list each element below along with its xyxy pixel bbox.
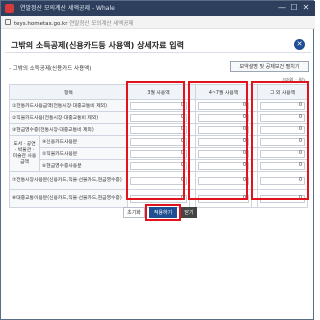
table-row: ⑤직불카드사용분 0 0 0 <box>10 147 309 160</box>
table-row: ⑦전통시장사용분(신용카드,직불·선불카드,현금영수증) 0 0 0 <box>8 171 309 190</box>
row-label: ⑥현금영수증사용분 <box>38 159 129 172</box>
minimize-icon[interactable]: — <box>277 3 287 13</box>
amount-input[interactable]: 0 <box>198 113 250 122</box>
amount-input[interactable]: 0 <box>260 161 306 170</box>
amount-input[interactable]: 0 <box>260 125 306 134</box>
apply-button[interactable]: 적용하기 <box>149 207 177 218</box>
url-text[interactable]: teys.hometax.go.kr 연말정산 모의계산 세액공제 <box>14 19 133 27</box>
amount-input[interactable]: 0 <box>198 101 250 110</box>
row-label: ②직불카드사용(전통시장·대중교통비 제외) <box>8 111 129 124</box>
action-buttons: 초기화 적용하기 닫기 <box>1 207 315 221</box>
amount-input[interactable]: 0 <box>130 101 188 110</box>
amount-input[interactable]: 0 <box>130 176 188 185</box>
dialog-header: 그밖의 소득공제(신용카드등 사용액) 상세자료 입력 ✕ <box>5 33 311 53</box>
amount-input[interactable]: 0 <box>198 161 250 170</box>
usage-table: 항목 3월 사용액 4~7월 사용액 그 외 사용액 ①전통카드사용금액(전통시… <box>8 84 309 208</box>
row-label: ①전통카드사용금액(전통시장·대중교통비 제외) <box>8 99 129 112</box>
amount-input[interactable]: 0 <box>130 194 188 203</box>
address-bar[interactable]: teys.hometax.go.kr 연말정산 모의계산 세액공제 <box>1 16 315 29</box>
app-icon <box>5 4 14 13</box>
guide-toggle-button[interactable]: 보약설명 및 공제보건 펼치기 <box>230 61 309 72</box>
amount-input[interactable]: 0 <box>130 137 188 146</box>
table-row: ⑥현금영수증사용분 0 0 0 <box>10 159 309 172</box>
row-label: ⑤직불카드사용분 <box>38 147 129 160</box>
dialog-title: 그밖의 소득공제(신용카드등 사용액) 상세자료 입력 <box>11 41 185 50</box>
browser-window: 연말정산 모의계산 세액공제 - Whale — ☐ ✕ teys.hometa… <box>0 0 315 320</box>
amount-input[interactable]: 0 <box>260 194 306 203</box>
table-row: ①전통카드사용금액(전통시장·대중교통비 제외) 0 0 0 <box>8 99 309 112</box>
amount-input[interactable]: 0 <box>130 125 188 134</box>
amount-input[interactable]: 0 <box>130 161 188 170</box>
row-label: ⑧대중교통이용분(신용카드,직불·선불카드,현금영수증) <box>8 189 129 208</box>
amount-input[interactable]: 0 <box>130 149 188 158</box>
maximize-icon[interactable]: ☐ <box>289 3 299 13</box>
window-titlebar: 연말정산 모의계산 세액공제 - Whale — ☐ ✕ <box>1 1 315 16</box>
amount-input[interactable]: 0 <box>130 113 188 122</box>
section-subtitle: - 그밖의 소득공제(신용카드 사용액) <box>9 66 92 72</box>
url-host: teys.hometax.go.kr <box>14 21 68 27</box>
amount-input[interactable]: 0 <box>260 113 306 122</box>
amount-input[interactable]: 0 <box>198 125 250 134</box>
table-row: ⑧대중교통이용분(신용카드,직불·선불카드,현금영수증) 0 0 0 <box>8 189 309 208</box>
table-row: ③현금영수증(전통시장·대중교통비 제외) 0 0 0 <box>8 123 309 136</box>
lock-icon <box>5 19 11 25</box>
window-title: 연말정산 모의계산 세액공제 - Whale <box>20 5 115 12</box>
amount-input[interactable]: 0 <box>260 149 306 158</box>
amount-input[interactable]: 0 <box>260 101 306 110</box>
amount-input[interactable]: 0 <box>260 137 306 146</box>
header-item: 항목 <box>8 84 129 100</box>
header-other: 그 외 사용액 <box>257 84 309 100</box>
amount-input[interactable]: 0 <box>198 137 250 146</box>
group-label: 도서 · 공연 · 박물관 · 미술관 사용금액 <box>9 135 40 172</box>
url-page-title: 연말정산 모의계산 세액공제 <box>69 21 134 27</box>
amount-input[interactable]: 0 <box>260 176 306 185</box>
table-row: ②직불카드사용(전통시장·대중교통비 제외) 0 0 0 <box>8 111 309 124</box>
close-button[interactable]: 닫기 <box>181 207 197 218</box>
amount-input[interactable]: 0 <box>198 149 250 158</box>
amount-input[interactable]: 0 <box>198 176 250 185</box>
table-row: 도서 · 공연 · 박물관 · 미술관 사용금액 ④신용카드사용분 0 0 0 <box>9 135 309 172</box>
row-label: ③현금영수증(전통시장·대중교통비 제외) <box>8 123 129 136</box>
window-close-icon[interactable]: ✕ <box>301 3 311 13</box>
header-month4-7: 4~7월 사용액 <box>195 84 253 100</box>
header-month3: 3월 사용액 <box>127 84 191 100</box>
table-header-row: 항목 3월 사용액 4~7월 사용액 그 외 사용액 <box>8 84 309 100</box>
dialog-close-icon[interactable]: ✕ <box>294 39 305 50</box>
amount-input[interactable]: 0 <box>198 194 250 203</box>
reset-button[interactable]: 초기화 <box>123 207 145 218</box>
row-label: ④신용카드사용분 <box>38 135 129 148</box>
row-label: ⑦전통시장사용분(신용카드,직불·선불카드,현금영수증) <box>8 171 129 190</box>
unit-label: (단위 : 원) <box>282 78 305 84</box>
